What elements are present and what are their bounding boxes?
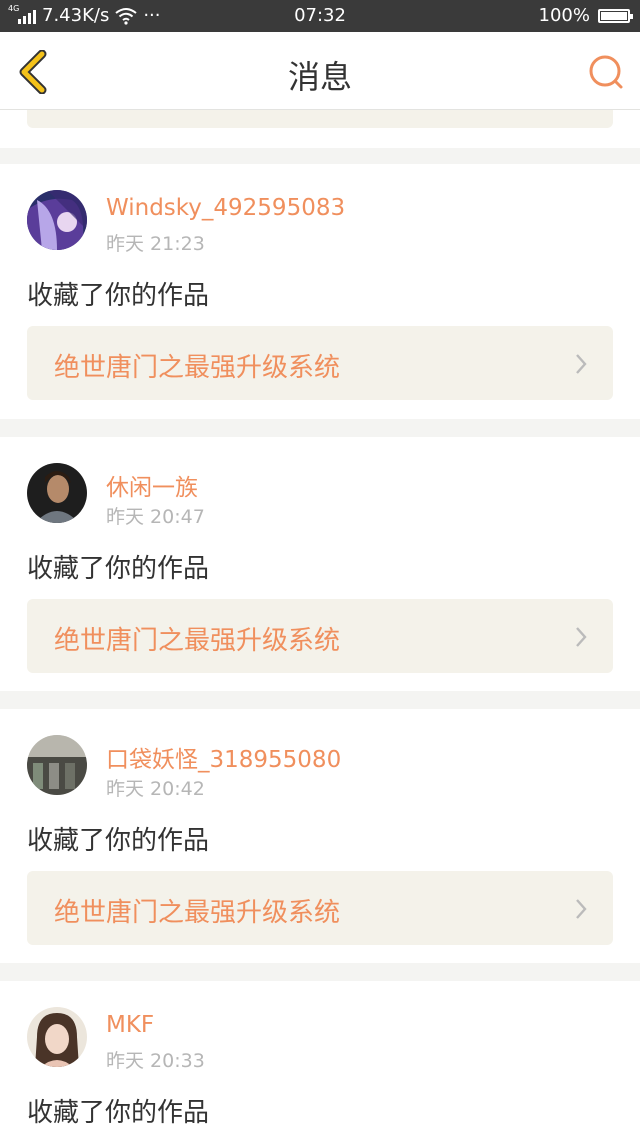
chevron-right-icon (576, 354, 587, 374)
chevron-right-icon (576, 627, 587, 647)
avatar[interactable] (27, 1007, 87, 1067)
avatar[interactable] (27, 190, 87, 250)
previous-work-card[interactable] (27, 110, 613, 128)
message-item: Windsky_492595083 昨天 21:23 收藏了你的作品 绝世唐门之… (0, 164, 640, 419)
top-nav-bar: 消息 (0, 32, 640, 110)
page-title: 消息 (287, 58, 352, 96)
battery-percent: 100% (538, 5, 590, 26)
work-title: 绝世唐门之最强升级系统 (54, 626, 341, 656)
search-icon[interactable] (586, 52, 626, 92)
avatar[interactable] (27, 735, 87, 795)
message-time: 昨天 20:42 (106, 778, 205, 800)
message-item: 口袋妖怪_318955080 昨天 20:42 收藏了你的作品 绝世唐门之最强升… (0, 709, 640, 963)
battery-icon (598, 8, 633, 23)
message-action: 收藏了你的作品 (27, 554, 210, 584)
message-action: 收藏了你的作品 (27, 281, 210, 311)
message-action: 收藏了你的作品 (27, 1098, 210, 1128)
work-card[interactable]: 绝世唐门之最强升级系统 (27, 599, 613, 673)
user-name[interactable]: MKF (106, 1012, 154, 1038)
work-card[interactable]: 绝世唐门之最强升级系统 (27, 326, 613, 400)
message-time: 昨天 20:47 (106, 506, 205, 528)
work-title: 绝世唐门之最强升级系统 (54, 353, 341, 383)
user-name[interactable]: Windsky_492595083 (106, 195, 345, 221)
message-time: 昨天 21:23 (106, 233, 205, 255)
message-time: 昨天 20:33 (106, 1050, 205, 1072)
message-action: 收藏了你的作品 (27, 826, 210, 856)
user-name[interactable]: 口袋妖怪_318955080 (106, 740, 341, 774)
message-item: MKF 昨天 20:33 收藏了你的作品 (0, 981, 640, 1138)
user-name[interactable]: 休闲一族 (106, 468, 198, 502)
status-bar: 4G 7.43K/s ··· 07:32 100% (0, 0, 640, 32)
chevron-right-icon (576, 899, 587, 919)
status-right: 100% (538, 5, 633, 26)
message-item: 休闲一族 昨天 20:47 收藏了你的作品 绝世唐门之最强升级系统 (0, 437, 640, 691)
work-title: 绝世唐门之最强升级系统 (54, 898, 341, 928)
work-card[interactable]: 绝世唐门之最强升级系统 (27, 871, 613, 945)
avatar[interactable] (27, 463, 87, 523)
